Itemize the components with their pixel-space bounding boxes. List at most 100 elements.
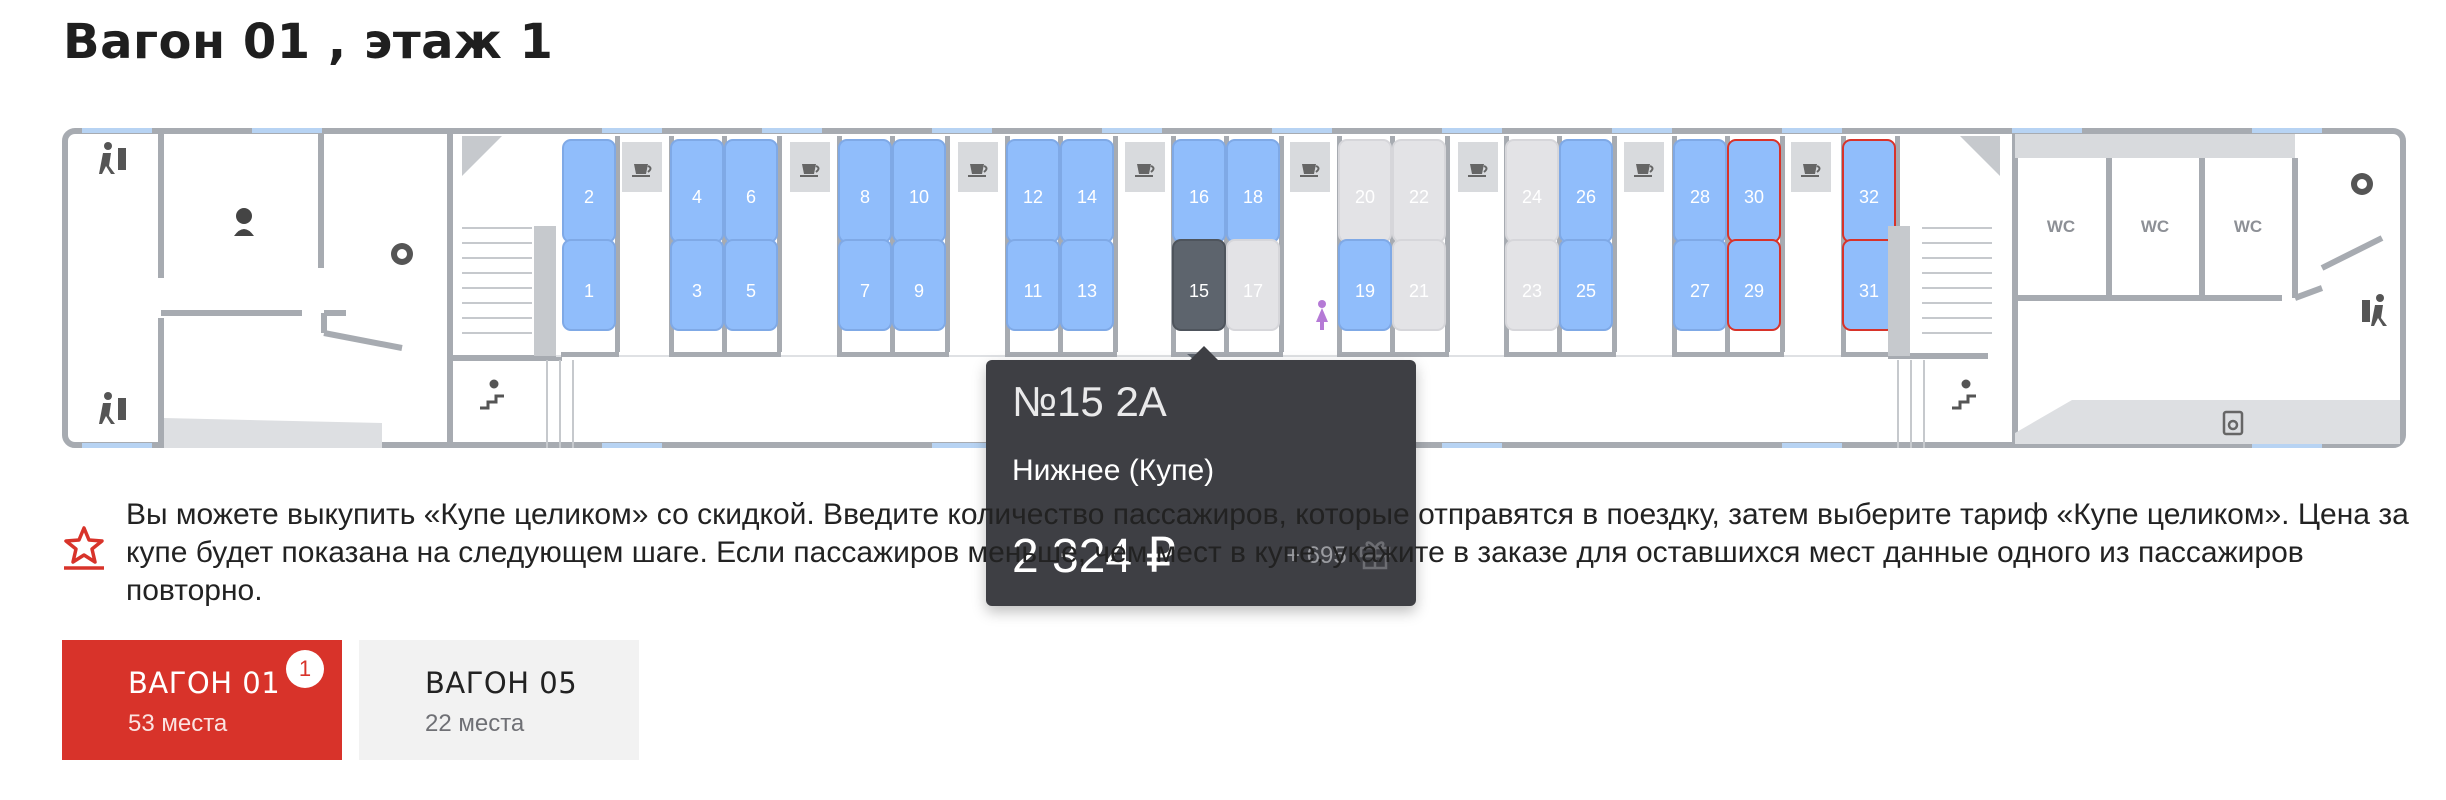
tab-subtitle: 22 места xyxy=(425,710,525,737)
seat-11[interactable]: 11 xyxy=(1006,239,1060,331)
seat-2[interactable]: 2 xyxy=(562,139,616,243)
luggage-area xyxy=(164,418,382,448)
seat-number: 2 xyxy=(584,187,594,207)
seat-4[interactable]: 4 xyxy=(670,139,724,243)
seat-16[interactable]: 16 xyxy=(1172,139,1226,243)
seat-number: 25 xyxy=(1576,281,1596,301)
seat-number: 10 xyxy=(909,187,929,207)
seat-number: 14 xyxy=(1077,187,1097,207)
seat-number: 17 xyxy=(1243,281,1263,301)
seat-number: 18 xyxy=(1243,187,1263,207)
seat-14[interactable]: 14 xyxy=(1060,139,1114,243)
seat-6[interactable]: 6 xyxy=(724,139,778,243)
cup-icon xyxy=(790,142,830,192)
cup-icon xyxy=(1125,142,1165,192)
tab-subtitle: 53 места xyxy=(128,710,228,737)
cup-icon xyxy=(622,142,662,192)
seat-24: 24 xyxy=(1505,139,1559,243)
seat-13[interactable]: 13 xyxy=(1060,239,1114,331)
seat-21: 21 xyxy=(1392,239,1446,331)
cup-icon xyxy=(958,142,998,192)
cup-icon xyxy=(1458,142,1498,192)
seat-number: 7 xyxy=(860,281,870,301)
tab-car-05[interactable]: ВАГОН 05 22 места xyxy=(359,640,639,760)
seat-20: 20 xyxy=(1338,139,1392,243)
seat-10[interactable]: 10 xyxy=(892,139,946,243)
seat-5[interactable]: 5 xyxy=(724,239,778,331)
page-title: Вагон 01 , этаж 1 xyxy=(63,14,554,70)
seat-number: 26 xyxy=(1576,187,1596,207)
berth-rail xyxy=(561,352,619,357)
seat-number: 32 xyxy=(1859,187,1879,207)
seat-number: 20 xyxy=(1355,187,1375,207)
seat-9[interactable]: 9 xyxy=(892,239,946,331)
seat-27[interactable]: 27 xyxy=(1673,239,1727,331)
seat-number: 12 xyxy=(1023,187,1043,207)
wc-label: WC xyxy=(2141,217,2169,236)
seat-23: 23 xyxy=(1505,239,1559,331)
seat-26[interactable]: 26 xyxy=(1559,139,1613,243)
seat-number: 21 xyxy=(1409,281,1429,301)
right-top-block xyxy=(2015,134,2295,158)
seat-number: 8 xyxy=(860,187,870,207)
seat-30[interactable]: 30 xyxy=(1727,139,1781,243)
seat-number: 19 xyxy=(1355,281,1375,301)
seat-8[interactable]: 8 xyxy=(838,139,892,243)
seat-number: 31 xyxy=(1859,281,1879,301)
seat-25[interactable]: 25 xyxy=(1559,239,1613,331)
seat-number: 9 xyxy=(914,281,924,301)
gear-icon xyxy=(2351,173,2373,195)
berth-rail xyxy=(1337,352,1449,357)
seat-3[interactable]: 3 xyxy=(670,239,724,331)
seat-1[interactable]: 1 xyxy=(562,239,616,331)
luggage-area xyxy=(2015,400,2400,444)
tab-title: ВАГОН 05 xyxy=(425,666,578,700)
coupe-info-text: Вы можете выкупить «Купе целиком» со ски… xyxy=(126,498,2409,607)
tab-car-01[interactable]: ВАГОН 01 53 места 1 xyxy=(62,640,342,760)
seat-number: 28 xyxy=(1690,187,1710,207)
berth-rail xyxy=(1005,352,1117,357)
seat-22: 22 xyxy=(1392,139,1446,243)
cup-icon xyxy=(1791,142,1831,192)
seat-number: 1 xyxy=(584,281,594,301)
cup-icon xyxy=(1624,142,1664,192)
seat-7[interactable]: 7 xyxy=(838,239,892,331)
seat-15[interactable]: 15 xyxy=(1172,239,1226,331)
tooltip-seat-type: Нижнее (Купе) xyxy=(1012,454,1215,487)
seat-number: 15 xyxy=(1189,281,1209,301)
seat-32[interactable]: 32 xyxy=(1842,139,1896,243)
seat-number: 6 xyxy=(746,187,756,207)
berth-rail xyxy=(1672,352,1784,357)
seat-number: 29 xyxy=(1744,281,1764,301)
seat-12[interactable]: 12 xyxy=(1006,139,1060,243)
seat-number: 4 xyxy=(692,187,702,207)
selected-count-badge: 1 xyxy=(286,650,324,688)
seat-number: 23 xyxy=(1522,281,1542,301)
berth-rail xyxy=(837,352,949,357)
seat-number: 16 xyxy=(1189,187,1209,207)
tooltip-seat-number: №15 2А xyxy=(1012,378,1167,425)
seat-18[interactable]: 18 xyxy=(1226,139,1280,243)
gear-icon xyxy=(391,243,413,265)
seat-29[interactable]: 29 xyxy=(1727,239,1781,331)
seat-31[interactable]: 31 xyxy=(1842,239,1896,331)
seat-28[interactable]: 28 xyxy=(1673,139,1727,243)
seat-number: 22 xyxy=(1409,187,1429,207)
berth-rail xyxy=(669,352,781,357)
left-wall-block xyxy=(534,226,556,356)
right-wall-block xyxy=(1888,226,1910,356)
seat-number: 27 xyxy=(1690,281,1710,301)
star-badge-icon xyxy=(64,526,104,570)
seat-number: 3 xyxy=(692,281,702,301)
cup-icon xyxy=(1290,142,1330,192)
seat-19[interactable]: 19 xyxy=(1338,239,1392,331)
berth-rail xyxy=(1504,352,1616,357)
seat-number: 24 xyxy=(1522,187,1542,207)
seat-number: 5 xyxy=(746,281,756,301)
tab-title: ВАГОН 01 xyxy=(128,666,281,700)
wc-label: WC xyxy=(2234,217,2262,236)
seat-17: 17 xyxy=(1226,239,1280,331)
wc-label: WC xyxy=(2047,217,2075,236)
seat-number: 11 xyxy=(1024,281,1043,301)
seat-number: 30 xyxy=(1744,187,1764,207)
